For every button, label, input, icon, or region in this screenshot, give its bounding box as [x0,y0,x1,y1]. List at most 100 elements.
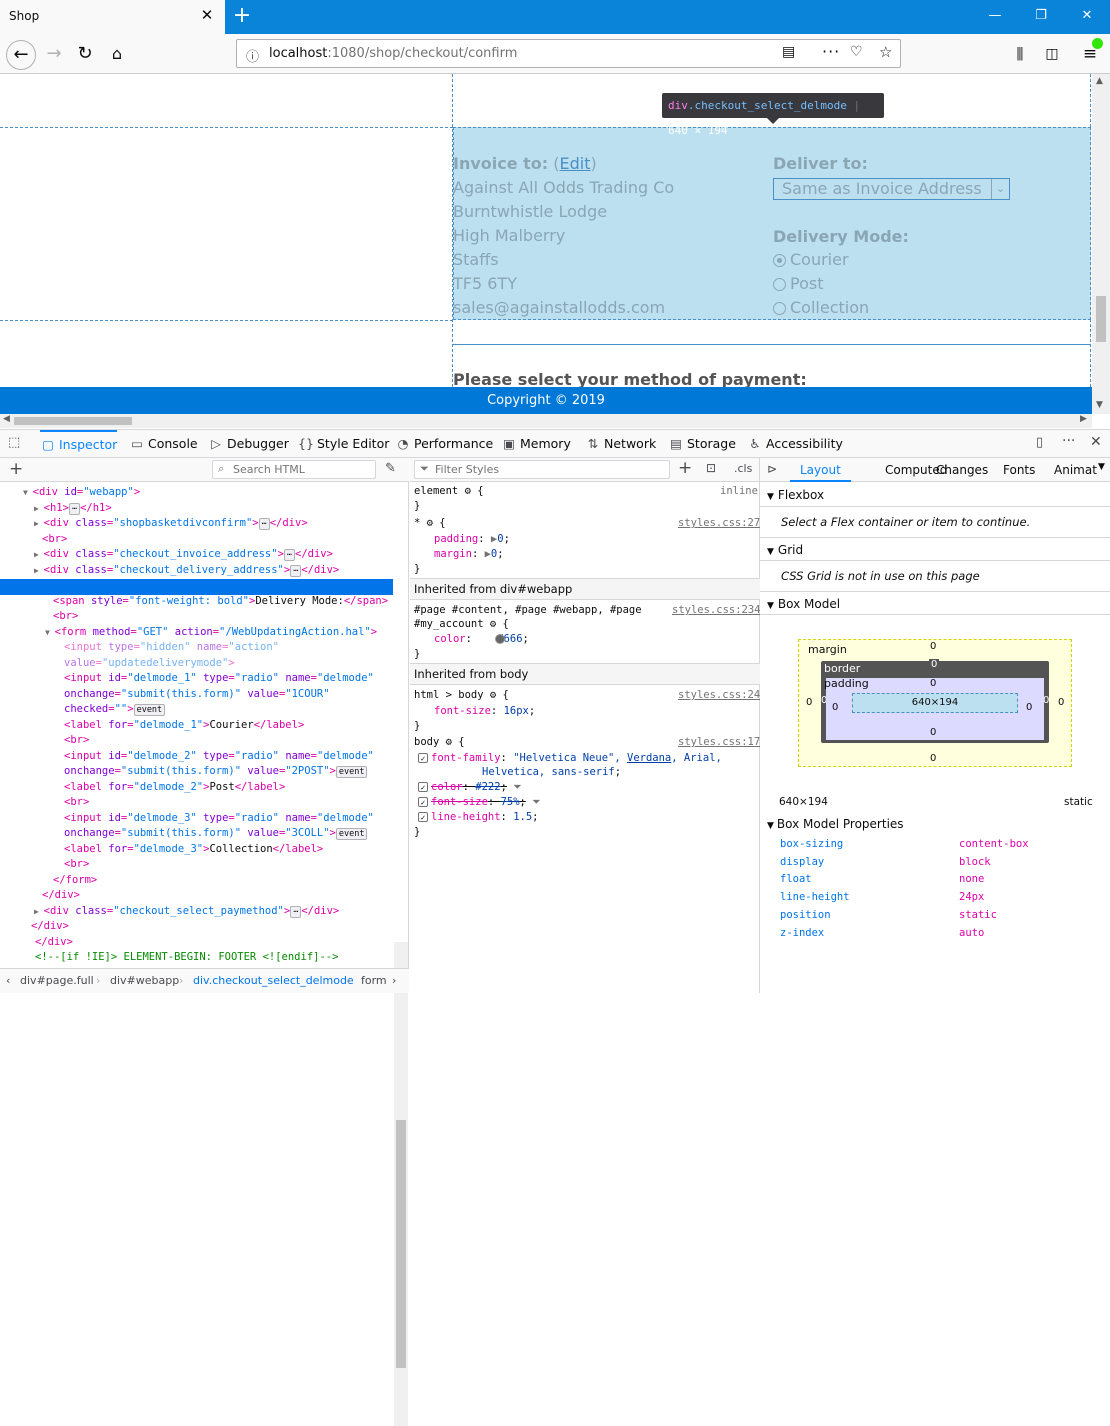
rule-selector[interactable]: element [414,485,458,497]
markup-node[interactable]: <br> [64,732,89,748]
breadcrumb-item[interactable]: div#webapp [110,969,179,993]
library-icon[interactable]: ⫼ [1008,42,1032,66]
tab-close-icon[interactable]: ✕ [199,7,215,23]
url-bar[interactable]: ⓘ localhost:1080/shop/checkout/confirm ▤… [236,39,901,68]
markup-node[interactable]: ▶ <div class="shopbasketdivconfirm"> ⋯ </d… [34,515,308,531]
css-value[interactable]: 0 [491,548,497,560]
page-actions-icon[interactable]: ··· [822,42,840,61]
twisty-collapsed-icon[interactable]: ▶ [34,504,44,513]
toggle-pane-icon[interactable]: ⊳ [767,462,777,476]
tab-changes[interactable]: Changes [936,458,988,482]
margin-left-value[interactable]: 0 [806,697,812,708]
css-property[interactable]: font-size [431,796,488,808]
rule-source[interactable]: inline [720,484,758,499]
new-tab-button[interactable]: + [231,3,253,29]
markup-node[interactable]: <input type="hidden" name="action" [64,639,279,655]
courier-label[interactable]: Courier [790,250,849,269]
bookmark-star-icon[interactable]: ☆ [879,43,892,61]
markup-node[interactable]: </div> [42,887,80,903]
eyedropper-icon[interactable]: ✎ [385,461,396,476]
grid-header[interactable]: ▼ Grid [760,537,1110,561]
back-arrow-icon[interactable]: ← [6,40,36,70]
margin-bottom-value[interactable]: 0 [930,753,936,764]
courier-radio[interactable] [773,254,786,267]
margin-right-value[interactable]: 0 [1058,697,1064,708]
collapsed-content-badge[interactable]: ⋯ [283,549,296,561]
markup-node[interactable]: value="updatedeliverymode"> [64,655,235,671]
css-value[interactable]: 1.5 [513,811,532,823]
edit-invoice-link[interactable]: Edit [560,154,591,173]
twisty-collapsed-icon[interactable]: ▶ [34,566,44,575]
font-link[interactable]: Verdana [627,752,671,764]
tab-debugger[interactable]: ▷ Debugger [208,430,289,458]
sidebar-icon[interactable]: ◫ [1040,42,1064,66]
forward-arrow-icon[interactable]: → [42,42,66,66]
css-property[interactable]: line-height [431,811,501,823]
box-model-properties-header[interactable]: ▼ Box Model Properties [767,817,904,831]
tab-storage[interactable]: ▤ Storage [668,430,736,458]
overridden-filter-icon[interactable]: ⏷ [513,781,521,793]
rule-selector[interactable]: #my_account [414,618,484,630]
breadcrumb-item[interactable]: form [361,969,387,993]
markup-node[interactable]: checked=""> event [64,701,166,717]
pseudo-class-icon[interactable]: ⊡ [706,461,716,475]
css-value[interactable]: 75% [501,796,520,808]
markup-node[interactable]: ▶ <h1> ⋯ </h1> [34,500,112,516]
event-badge[interactable]: event [133,704,166,716]
color-swatch[interactable] [495,634,505,644]
markup-node[interactable]: </div> [31,918,69,934]
info-icon[interactable]: ⓘ [246,46,259,65]
reload-icon[interactable]: ↻ [73,42,97,66]
scroll-right-icon[interactable]: ▶ [1080,414,1087,424]
css-property[interactable]: color [431,781,463,793]
css-property[interactable]: margin [434,548,472,560]
scrollbar-thumb[interactable] [1096,296,1106,342]
scroll-left-icon[interactable]: ◀ [3,414,10,424]
rule-selector[interactable]: #page #content, #page #webapp, #page [414,604,642,616]
overridden-filter-icon[interactable]: ⏷ [532,796,540,808]
collapsed-content-badge[interactable]: ⋯ [258,518,270,530]
markup-node[interactable]: <label for="delmode_2">Post</label> [64,779,285,795]
markup-node[interactable]: ▶ <div class="checkout_select_paymethod"… [34,903,339,919]
markup-node[interactable]: <!--[if !IE]> ELEMENT-BEGIN: FOOTER <![e… [35,949,338,965]
markup-node[interactable]: ▼ <form method="GET" action="/WebUpdatin… [45,624,377,640]
tab-network[interactable]: ⇅ Network [585,430,656,458]
css-value[interactable]: "Helvetica Neue", [513,752,627,764]
markup-node[interactable]: <br> [64,794,89,810]
rule-source[interactable]: styles.css:234 [672,603,761,618]
markup-node[interactable]: </form> [53,872,97,888]
tab-fonts[interactable]: Fonts [1003,458,1035,482]
home-icon[interactable]: ⌂ [105,42,129,66]
close-devtools-icon[interactable]: ✕ [1090,434,1102,450]
gear-icon[interactable]: ⚙ [490,618,496,630]
browser-tab[interactable]: Shop ✕ [0,0,225,34]
breadcrumb-item[interactable]: div.checkout_select_delmode [193,969,354,993]
collection-radio[interactable] [773,302,786,315]
close-window-button[interactable]: ✕ [1076,6,1098,26]
tab-accessibility[interactable]: ♿ Accessibility [747,430,843,458]
collapsed-content-badge[interactable]: ⋯ [290,905,302,918]
scrollbar-thumb[interactable] [396,1120,406,1368]
add-node-icon[interactable]: + [9,459,23,479]
search-html-field[interactable] [233,462,371,477]
chevron-left-icon[interactable]: ‹ [6,969,10,993]
reader-view-icon[interactable]: ▤ [782,44,795,60]
tab-style-editor[interactable]: {} Style Editor [298,430,389,458]
markup-node[interactable]: ▶ <div class="checkout_invoice_address">… [34,546,333,562]
tab-animations[interactable]: Animat [1054,458,1097,482]
box-model-header[interactable]: ▼ Box Model [760,591,1110,615]
gear-icon[interactable]: ⚙ [427,517,433,529]
rule-selector[interactable]: body [414,736,439,748]
post-label[interactable]: Post [790,274,823,293]
css-property[interactable]: font-family [431,752,501,764]
minimize-button[interactable]: — [984,6,1006,26]
markup-node[interactable]: onchange="submit(this.form)" value="3COL… [64,825,368,841]
deliver-select[interactable]: Same as Invoice Address ⌄ [773,178,1010,200]
tab-inspector[interactable]: ▢ Inspector [40,430,118,458]
css-property[interactable]: font-size [434,705,491,717]
padding-left-value[interactable]: 0 [832,702,838,713]
css-value[interactable]: 16px [504,705,529,717]
padding-bottom-value[interactable]: 0 [930,727,936,738]
markup-node[interactable]: <input id="delmode_1" type="radio" name=… [64,670,374,686]
markup-node[interactable]: <br> [42,531,67,547]
